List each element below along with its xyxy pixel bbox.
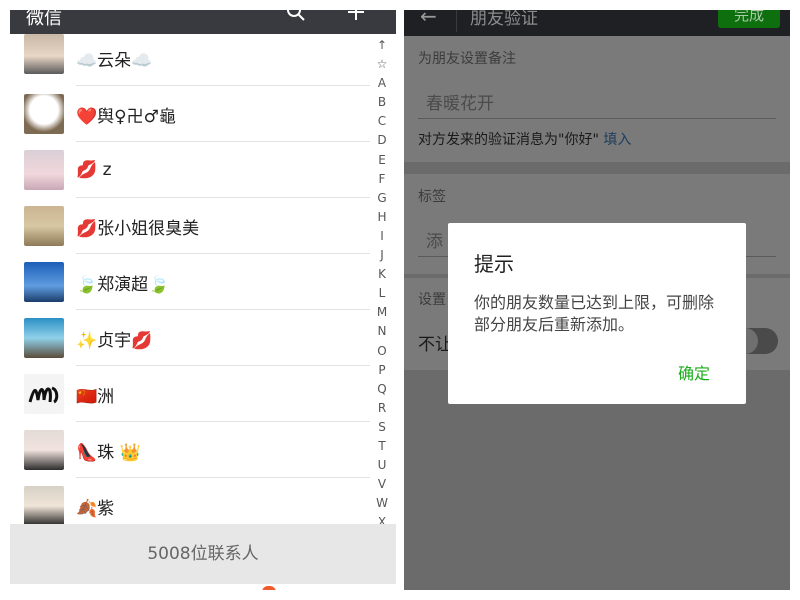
alpha-index-letter[interactable]: U	[372, 456, 392, 475]
input-underline	[418, 118, 776, 119]
calligraphy-logo-icon	[28, 386, 59, 404]
remark-input[interactable]: 春暖花开	[426, 89, 494, 114]
tag-label: 标签	[418, 189, 446, 205]
top-bar: ← 朋友验证 完成	[404, 10, 790, 36]
done-button[interactable]: 完成	[718, 10, 780, 28]
contact-name: 👠珠 👑	[76, 442, 141, 463]
divider	[456, 10, 457, 32]
alpha-index-letter[interactable]: D	[372, 131, 392, 150]
alphabet-index[interactable]: ↑☆ABCDEFGHIJKLMNOPQRSTUVWXYZ#	[372, 36, 392, 590]
hint-text: 对方发来的验证消息为"你好"	[418, 132, 599, 148]
alpha-index-letter[interactable]: H	[372, 208, 392, 227]
alpha-index-letter[interactable]: Q	[372, 380, 392, 399]
alpha-index-letter[interactable]: F	[372, 170, 392, 189]
alpha-index-letter[interactable]: I	[372, 227, 392, 246]
alpha-index-letter[interactable]: N	[372, 322, 392, 341]
contact-item[interactable]: 💋 z	[10, 142, 370, 198]
avatar	[24, 206, 64, 246]
app-title: 微信	[26, 10, 62, 29]
alpha-index-letter[interactable]: ↑	[372, 36, 392, 55]
verify-hint: 对方发来的验证消息为"你好" 填入	[418, 129, 631, 149]
avatar	[24, 34, 64, 74]
alpha-index-letter[interactable]: G	[372, 189, 392, 208]
contact-name: 💋 z	[76, 160, 112, 180]
contact-item[interactable]: ✨贞宇💋	[10, 310, 370, 366]
fill-in-link[interactable]: 填入	[603, 132, 631, 148]
contact-item[interactable]: 🇨🇳洲	[10, 366, 370, 422]
avatar	[24, 486, 64, 526]
add-icon[interactable]	[346, 10, 366, 22]
alpha-index-letter[interactable]: K	[372, 265, 392, 284]
alpha-index-letter[interactable]: B	[372, 93, 392, 112]
contact-count-footer: 5008位联系人	[10, 524, 396, 584]
avatar	[24, 318, 64, 358]
alpha-index-letter[interactable]: S	[372, 418, 392, 437]
avatar	[24, 262, 64, 302]
alpha-index-letter[interactable]: E	[372, 151, 392, 170]
alpha-index-letter[interactable]: T	[372, 437, 392, 456]
contact-item[interactable]: 👠珠 👑	[10, 422, 370, 478]
contacts-screen: 微信 ☁️云朵☁️ ❤️舆♀卍♂龜 💋 z 💋张小姐很臭美 🍃郑演超🍃 ✨贞宇💋…	[10, 10, 396, 590]
alpha-index-letter[interactable]: P	[372, 361, 392, 380]
limit-dialog: 提示 你的朋友数量已达到上限，可删除部分朋友后重新添加。 确定	[448, 223, 746, 404]
alpha-index-letter[interactable]: J	[372, 246, 392, 265]
settings-label: 设置	[418, 292, 446, 308]
back-arrow-icon[interactable]: ←	[420, 10, 437, 28]
alpha-index-letter[interactable]: V	[372, 475, 392, 494]
alpha-index-letter[interactable]: O	[372, 342, 392, 361]
ok-button[interactable]: 确定	[678, 360, 710, 384]
avatar	[24, 374, 64, 414]
contact-name: 🍃郑演超🍃	[76, 274, 170, 295]
contact-name: 🍂紫	[76, 498, 115, 519]
contact-name: 💋张小姐很臭美	[76, 218, 200, 239]
dialog-title: 提示	[474, 252, 514, 276]
alpha-index-letter[interactable]: L	[372, 284, 392, 303]
alpha-index-letter[interactable]: C	[372, 112, 392, 131]
alpha-index-letter[interactable]: M	[372, 303, 392, 322]
dialog-message: 你的朋友数量已达到上限，可删除部分朋友后重新添加。	[474, 293, 715, 334]
contact-item[interactable]: 💋张小姐很臭美	[10, 198, 370, 254]
contact-item[interactable]: ☁️云朵☁️	[10, 30, 370, 86]
contact-name: ❤️舆♀卍♂龜	[76, 106, 176, 127]
contact-name: ☁️云朵☁️	[76, 50, 153, 71]
avatar	[24, 430, 64, 470]
tag-input[interactable]: 添	[426, 227, 443, 252]
alpha-index-letter[interactable]: A	[372, 74, 392, 93]
search-icon[interactable]	[286, 10, 306, 22]
contact-item[interactable]: ❤️舆♀卍♂龜	[10, 86, 370, 142]
avatar	[24, 94, 64, 134]
avatar	[24, 150, 64, 190]
alpha-index-letter[interactable]: W	[372, 494, 392, 513]
tab-indicator	[262, 586, 276, 590]
contact-name: ✨贞宇💋	[76, 330, 153, 351]
alpha-index-letter[interactable]: R	[372, 399, 392, 418]
remark-label: 为朋友设置备注	[418, 51, 516, 67]
privacy-option-label: 不让	[418, 335, 452, 355]
contact-count: 5008位联系人	[147, 544, 259, 564]
contact-item[interactable]: 🍃郑演超🍃	[10, 254, 370, 310]
page-title: 朋友验证	[470, 10, 538, 29]
alpha-index-letter[interactable]: ☆	[372, 55, 392, 74]
contact-name: 🇨🇳洲	[76, 386, 115, 407]
